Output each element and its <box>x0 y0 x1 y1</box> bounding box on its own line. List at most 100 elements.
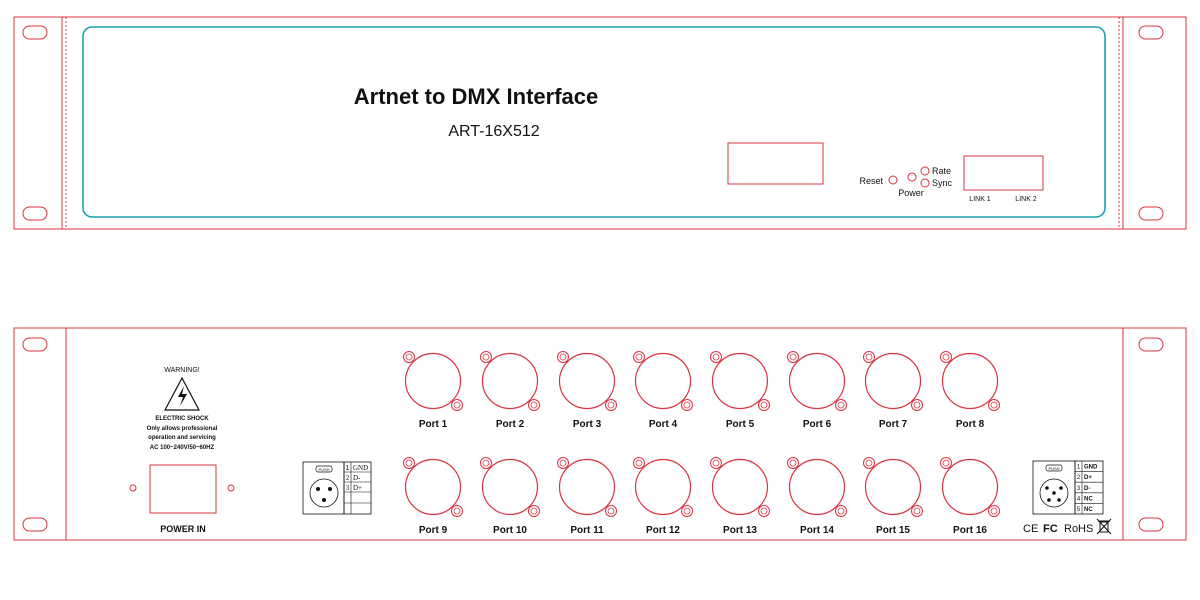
port-screw-icon <box>681 505 693 517</box>
port-screw-icon <box>940 351 952 363</box>
dmx-port[interactable]: Port 13 <box>710 457 770 537</box>
power-led-icon <box>907 172 917 182</box>
xlr-push-label: PUSH <box>1048 466 1059 471</box>
warning-heading: WARNING! <box>164 367 200 374</box>
xlr-port-icon[interactable] <box>558 352 616 410</box>
xlr-port-icon[interactable] <box>941 458 999 516</box>
port-screw-icon <box>607 401 615 409</box>
xlr-port-icon[interactable] <box>864 352 922 410</box>
lightning-bolt-icon <box>178 386 187 406</box>
xlr-port-icon[interactable] <box>634 352 692 410</box>
power-inlet[interactable] <box>149 464 217 514</box>
mounting-slot-icon <box>22 337 48 352</box>
xlr-pin-dot <box>1059 486 1063 490</box>
dmx-port[interactable]: Port 9 <box>403 457 463 537</box>
mounting-slot-icon <box>1138 206 1164 221</box>
xlr-pinout-right: PUSH 1 GND2 D+3 D-4 NC5 NC <box>1032 460 1104 515</box>
reset-button[interactable] <box>888 175 898 185</box>
port-label: Port 13 <box>723 525 757 536</box>
pin-number: 2 <box>346 474 350 482</box>
xlr-push-label: PUSH <box>318 467 329 472</box>
ethernet-link-ports[interactable] <box>963 155 1044 191</box>
port-screw-icon <box>482 353 490 361</box>
dmx-port[interactable]: Port 11 <box>557 457 617 537</box>
pin-name: NC <box>1084 507 1093 513</box>
xlr-port-icon[interactable] <box>404 458 462 516</box>
power-in-label: POWER IN <box>160 524 206 534</box>
xlr-port-icon[interactable] <box>788 458 846 516</box>
xlr-port-icon[interactable] <box>404 352 462 410</box>
fc-mark: FC <box>1043 523 1058 535</box>
electric-shock-label: ELECTRIC SHOCK <box>155 416 209 422</box>
pin-name: D- <box>353 474 361 482</box>
port-screw-icon <box>990 401 998 409</box>
xlr-port-icon[interactable] <box>941 352 999 410</box>
dmx-port[interactable]: Port 1 <box>403 351 463 431</box>
port-screw-icon <box>633 351 645 363</box>
xlr-port-icon[interactable] <box>481 352 539 410</box>
rear-panel-outline <box>13 327 1187 541</box>
port-screw-icon <box>712 353 720 361</box>
port-screw-icon <box>451 505 463 517</box>
port-screw-icon <box>453 401 461 409</box>
port-screw-icon <box>913 401 921 409</box>
xlr-port-icon[interactable] <box>634 458 692 516</box>
pin-name: D+ <box>353 484 362 492</box>
xlr-port-icon[interactable] <box>788 352 846 410</box>
link-2-label: LINK 2 <box>1015 196 1037 203</box>
port-screw-icon <box>605 399 617 411</box>
dmx-port[interactable]: Port 14 <box>787 457 847 537</box>
dmx-port[interactable]: Port 16 <box>940 457 1000 537</box>
port-screw-icon <box>530 507 538 515</box>
port-screw-icon <box>863 457 875 469</box>
pin-number: 2 <box>1077 475 1081 481</box>
xlr-pin-dot <box>1052 491 1056 495</box>
port-screw-icon <box>758 505 770 517</box>
xlr-port-icon[interactable] <box>711 352 769 410</box>
port-screw-icon <box>837 507 845 515</box>
dmx-port[interactable]: Port 10 <box>480 457 540 537</box>
port-screw-icon <box>760 401 768 409</box>
port-screw-icon <box>835 399 847 411</box>
port-screw-icon <box>559 459 567 467</box>
xlr-port-icon[interactable] <box>558 458 616 516</box>
rear-panel: WARNING! ELECTRIC SHOCK Only allows prof… <box>13 327 1187 541</box>
port-screw-icon <box>605 505 617 517</box>
port-screw-icon <box>683 507 691 515</box>
mounting-slot-icon <box>22 25 48 40</box>
xlr-port-icon[interactable] <box>711 458 769 516</box>
device-model: ART-16X512 <box>448 123 539 140</box>
dmx-port[interactable]: Port 2 <box>480 351 540 431</box>
front-panel-outline <box>13 16 1187 230</box>
port-screw-icon <box>453 507 461 515</box>
mounting-slot-icon <box>22 206 48 221</box>
dmx-port[interactable]: Port 4 <box>633 351 693 431</box>
port-screw-icon <box>988 399 1000 411</box>
dmx-port[interactable]: Port 5 <box>710 351 770 431</box>
dmx-port[interactable]: Port 15 <box>863 457 923 537</box>
pin-name: GND <box>1084 465 1098 471</box>
pin-number: 3 <box>346 484 350 492</box>
pin-name: NC <box>1084 496 1093 502</box>
mounting-slot-icon <box>1138 337 1164 352</box>
dmx-port[interactable]: Port 7 <box>863 351 923 431</box>
port-label: Port 8 <box>956 419 985 430</box>
service-note-line-2: operation and servicing <box>148 435 216 441</box>
port-screw-icon <box>942 353 950 361</box>
dmx-port[interactable]: Port 12 <box>633 457 693 537</box>
dmx-port[interactable]: Port 6 <box>787 351 847 431</box>
port-screw-icon <box>787 351 799 363</box>
power-screw-icon <box>227 484 235 492</box>
dmx-port[interactable]: Port 8 <box>940 351 1000 431</box>
dmx-port[interactable]: Port 3 <box>557 351 617 431</box>
port-label: Port 5 <box>726 419 755 430</box>
xlr-pin-dot <box>1045 486 1049 490</box>
port-screw-icon <box>710 351 722 363</box>
xlr-socket-icon <box>309 478 339 508</box>
xlr-port-icon[interactable] <box>864 458 922 516</box>
service-note-line-1: Only allows professional <box>147 426 218 432</box>
mounting-slot-icon <box>22 517 48 532</box>
pinout-table: 1 GND2 D+3 D-4 NC5 NC <box>1074 460 1104 515</box>
xlr-port-icon[interactable] <box>481 458 539 516</box>
port-label: Port 3 <box>573 419 602 430</box>
